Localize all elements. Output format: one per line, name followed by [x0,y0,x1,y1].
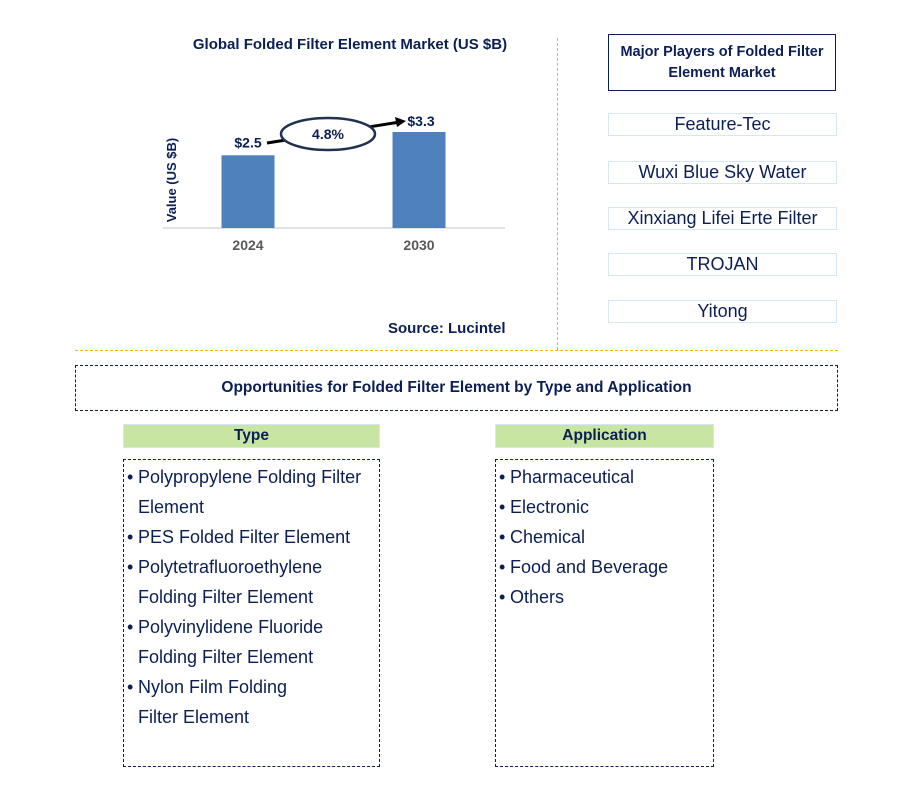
type-item: Polyvinylidene Fluoride Folding Filter E… [127,612,379,672]
vertical-divider [557,38,558,350]
cagr-label: 4.8% [312,126,344,142]
application-item: Pharmaceutical [499,462,713,492]
player-item: Wuxi Blue Sky Water [608,161,837,184]
application-header: Application [495,424,714,448]
players-title: Major Players of Folded Filter Element M… [608,34,836,91]
x-tick-label: 2030 [403,237,434,253]
type-item: Polytetrafluoroethylene Folding Filter E… [127,552,379,612]
data-label-2030: $3.3 [407,113,434,129]
bar-2030 [392,132,446,228]
application-item: Food and Beverage [499,552,713,582]
y-axis-label: Value (US $B) [164,138,179,223]
opportunities-title: Opportunities for Folded Filter Element … [75,365,838,411]
bar-chart: Value (US $B) 2024 2030 $2.5 $3.3 4.8% [163,113,505,253]
type-list: Polypropylene Folding Filter Element PES… [123,459,380,767]
player-item: Yitong [608,300,837,323]
player-item: Feature-Tec [608,113,837,136]
x-tick-label: 2024 [232,237,263,253]
source-label: Source: Lucintel [388,320,506,337]
application-list: Pharmaceutical Electronic Chemical Food … [495,459,714,767]
player-item: Xinxiang Lifei Erte Filter [608,207,837,230]
player-item: TROJAN [608,253,837,276]
type-item: Nylon Film Folding Filter Element [127,672,379,732]
application-item: Others [499,582,713,612]
type-item: Polypropylene Folding Filter Element [127,462,379,522]
arrow-head-icon [395,117,406,127]
application-item: Chemical [499,522,713,552]
bar-2024 [221,155,275,228]
chart-title: Global Folded Filter Element Market (US … [192,36,508,53]
horizontal-divider [75,350,838,351]
application-item: Electronic [499,492,713,522]
data-label-2024: $2.5 [234,134,261,150]
type-header: Type [123,424,380,448]
type-item: PES Folded Filter Element [127,522,379,552]
